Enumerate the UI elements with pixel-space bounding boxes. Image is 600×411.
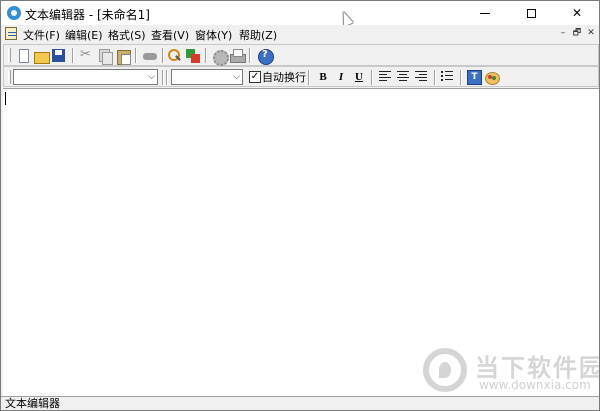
watermark-logo-icon [423,348,467,392]
maximize-icon [526,9,536,18]
text-style-icon[interactable]: T [467,70,482,85]
toolbar-separator [205,48,207,63]
minimize-button[interactable] [462,1,508,25]
binoculars-icon[interactable] [142,48,158,64]
text-caret [5,92,6,105]
font-name-select[interactable]: ⌵ [13,69,158,85]
underline-button[interactable]: U [351,69,367,85]
word-wrap-toggle[interactable]: ✓ 自动换行 [249,69,306,85]
menu-format[interactable]: 格式(S) [108,27,146,43]
align-right-icon[interactable] [415,71,427,82]
align-center-icon[interactable] [397,71,409,82]
watermark-url: www.downxia.com [479,378,591,392]
mouse-cursor-icon [338,9,354,27]
chevron-down-icon[interactable]: ⌵ [233,70,240,84]
replace-icon[interactable] [185,48,201,64]
close-icon: ✕ [571,6,583,20]
color-palette-icon[interactable] [484,70,500,86]
application-window: 文本编辑器 - [未命名1] ✕ 文件(F) 编辑(E) 格式(S) 查看(V)… [0,0,600,411]
paste-icon[interactable] [115,48,131,65]
status-text: 文本编辑器 [5,397,60,410]
open-folder-icon[interactable] [33,48,50,64]
app-icon[interactable] [7,6,21,20]
new-document-icon[interactable] [16,48,32,64]
menu-file[interactable]: 文件(F) [23,27,60,43]
menu-help[interactable]: 帮助(Z) [239,27,277,43]
find-icon[interactable] [167,48,183,64]
close-button[interactable]: ✕ [554,1,600,25]
toolbar-grip[interactable] [8,70,11,84]
toolbar-separator [308,70,310,85]
toolbar-separator [166,70,168,85]
print-icon[interactable] [229,48,246,64]
format-toolbar: ⌵ ⌵ ✓ 自动换行 B I U T [3,66,599,87]
settings-icon[interactable] [211,48,229,66]
toolbar-separator [249,48,251,63]
toolbar-separator [434,70,436,85]
menu-bar: 文件(F) 编辑(E) 格式(S) 查看(V) 窗体(Y) 帮助(Z) – 🗗 … [1,25,599,43]
toolbar-separator [162,70,164,85]
chevron-down-icon[interactable]: ⌵ [148,70,155,84]
toolbar-grip[interactable] [8,48,11,62]
toolbar-separator [135,48,137,63]
mdi-minimize-button[interactable]: – [557,27,569,39]
maximize-button[interactable] [508,1,554,25]
align-left-icon[interactable] [379,71,391,82]
toolbar-separator [371,70,373,85]
document-icon[interactable] [5,27,17,40]
minimize-icon [480,13,490,14]
status-bar: 文本编辑器 [1,396,599,410]
menu-edit[interactable]: 编辑(E) [65,27,103,43]
cut-icon[interactable] [79,47,95,64]
mdi-close-button[interactable]: ✕ [585,27,597,39]
bullets-icon[interactable] [441,71,453,82]
toolbar-separator [460,70,462,85]
help-icon[interactable] [257,48,274,65]
watermark: 当下软件园 www.downxia.com [423,346,600,398]
save-icon[interactable] [51,48,67,64]
toolbar-separator [72,48,74,63]
bold-button[interactable]: B [315,69,331,85]
menu-window[interactable]: 窗体(Y) [195,27,232,43]
menu-view[interactable]: 查看(V) [151,27,189,43]
copy-icon[interactable] [97,48,113,65]
word-wrap-checkbox[interactable]: ✓ [249,71,261,83]
italic-button[interactable]: I [333,69,349,85]
word-wrap-label: 自动换行 [262,71,306,84]
toolbar-separator [162,48,164,63]
mdi-restore-button[interactable]: 🗗 [571,27,583,39]
window-title: 文本编辑器 - [未命名1] [25,8,150,22]
standard-toolbar [3,44,599,66]
title-bar[interactable]: 文本编辑器 - [未命名1] ✕ [1,1,600,27]
font-size-select[interactable]: ⌵ [171,69,243,85]
